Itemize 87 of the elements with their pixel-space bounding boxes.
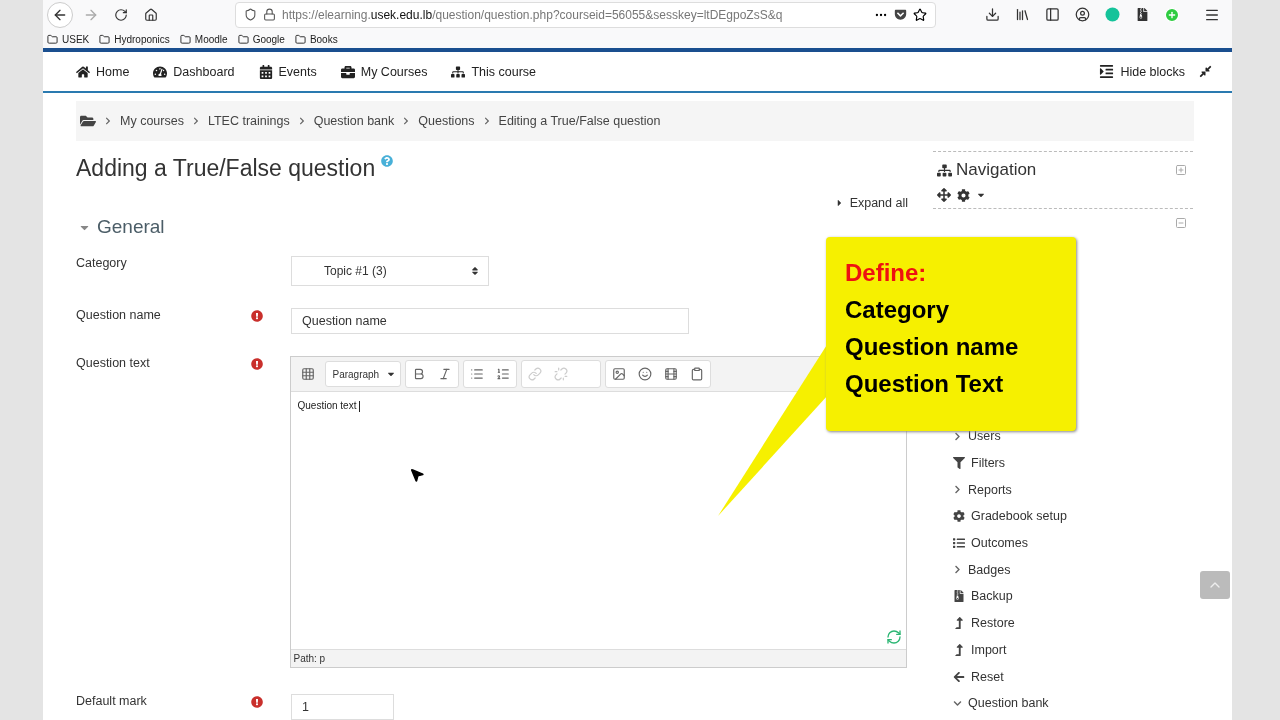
page-title: Adding a True/False question <box>76 155 376 182</box>
callout-heading: Define: <box>845 259 928 287</box>
navigation-item[interactable]: Reset <box>953 663 1004 690</box>
sort-icon <box>470 266 480 276</box>
chevron-right-icon <box>402 117 411 125</box>
navigation-item[interactable]: Import <box>953 636 1007 664</box>
folder-icon <box>99 33 111 45</box>
field-label: Question name <box>76 308 162 324</box>
up-arrow-icon <box>953 643 965 656</box>
breadcrumb-link[interactable]: Editing a True/False question <box>498 114 661 128</box>
navigation-item[interactable]: Users <box>953 423 1001 450</box>
field-label: Category <box>76 256 128 272</box>
chevron-right-icon <box>953 485 962 495</box>
star-icon[interactable] <box>913 7 927 22</box>
block-title: Navigation <box>956 160 1037 180</box>
compress-icon <box>1199 65 1212 78</box>
navigation-item[interactable]: Gradebook setup <box>953 503 1067 530</box>
required-icon <box>251 696 263 708</box>
text-field[interactable]: Question name <box>291 308 689 334</box>
indent-icon <box>1099 64 1115 79</box>
gear-icon <box>953 510 965 523</box>
navigation-item[interactable]: Restore <box>953 609 1015 637</box>
bookmark[interactable]: USEK <box>47 33 90 45</box>
chevron-right-icon <box>953 431 962 441</box>
left-arrow-icon <box>953 670 965 683</box>
callout-line: Category <box>845 296 951 324</box>
navigation-item[interactable]: Badges <box>953 556 1011 584</box>
url-text: https://elearning.usek.edu.lb/question/question.php?courseid=56055&sesskey=ltDEgpoZsS&q <box>282 7 784 22</box>
calendar-icon <box>258 64 273 79</box>
folder-icon <box>237 33 249 45</box>
navigation-item[interactable]: Question bank <box>953 689 1049 717</box>
bookmark[interactable]: Google <box>237 33 285 45</box>
navigation-item[interactable]: Outcomes <box>953 529 1028 557</box>
lock-icon <box>263 8 276 22</box>
address-bar[interactable]: https://elearning.usek.edu.lb/question/question.php?courseid=56055&sesskey=ltDEgpoZsS&q <box>235 1 936 28</box>
gear-icon[interactable] <box>957 188 970 202</box>
sitemap-icon <box>937 162 952 178</box>
bookmark[interactable]: Books <box>294 33 338 45</box>
format-dropdown[interactable]: Paragraph <box>325 361 402 387</box>
back-icon[interactable] <box>47 1 73 28</box>
move-icon[interactable] <box>937 188 951 202</box>
navigation-item[interactable]: Reports <box>953 476 1012 504</box>
field-label: Default mark <box>76 694 148 710</box>
briefcase-icon <box>340 64 355 79</box>
field-label: Question text <box>76 356 151 372</box>
breadcrumb-link[interactable]: My courses <box>120 114 184 128</box>
required-icon <box>250 358 263 370</box>
category-select[interactable]: Topic #1 (3) <box>291 256 489 286</box>
home-icon <box>76 64 90 79</box>
chevron-right-icon <box>953 565 962 575</box>
expand-all-link[interactable]: Expand all <box>833 196 908 210</box>
file-icon <box>953 590 965 603</box>
editor-text: Question text <box>297 400 357 411</box>
chevron-right-icon <box>482 117 491 125</box>
filter-icon <box>953 457 965 470</box>
hide-blocks-link[interactable]: Hide blocks <box>1099 64 1212 79</box>
chevron-right-icon <box>191 117 200 125</box>
navigation-item[interactable]: Filters <box>953 449 1006 477</box>
folder-icon <box>294 33 306 45</box>
breadcrumb-link[interactable]: Question bank <box>313 114 395 128</box>
folder-icon <box>179 33 191 45</box>
sitemap-icon <box>451 64 466 79</box>
bookmark[interactable]: Hydroponics <box>99 33 170 45</box>
gauge-icon <box>153 64 168 79</box>
nav-link[interactable]: Events <box>258 64 317 79</box>
mark-field[interactable]: 1 <box>291 694 394 720</box>
nav-link[interactable]: Home <box>76 64 130 79</box>
nav-link[interactable]: This course <box>451 64 536 79</box>
navigation-item[interactable]: Backup <box>953 583 1013 610</box>
pocket-icon[interactable] <box>894 8 907 22</box>
refresh-icon <box>886 629 902 645</box>
nav-link[interactable]: My Courses <box>340 64 428 79</box>
folder-icon[interactable] <box>80 113 96 129</box>
editor-path: Path: p <box>293 653 326 664</box>
up-arrow-icon <box>953 617 965 630</box>
folder-icon <box>47 33 58 45</box>
breadcrumb-link[interactable]: Questions <box>418 114 475 128</box>
chevron-down-icon <box>953 698 962 708</box>
chevron-right-icon <box>104 117 112 125</box>
required-icon <box>251 310 263 322</box>
breadcrumb-link[interactable]: LTEC trainings <box>207 114 290 128</box>
chevron-right-icon <box>297 117 306 125</box>
shield-icon <box>244 8 257 22</box>
list-icon <box>953 537 965 550</box>
nav-link[interactable]: Dashboard <box>153 64 235 79</box>
section-header[interactable]: General <box>76 216 165 238</box>
bookmark[interactable]: Moodle <box>179 33 228 45</box>
